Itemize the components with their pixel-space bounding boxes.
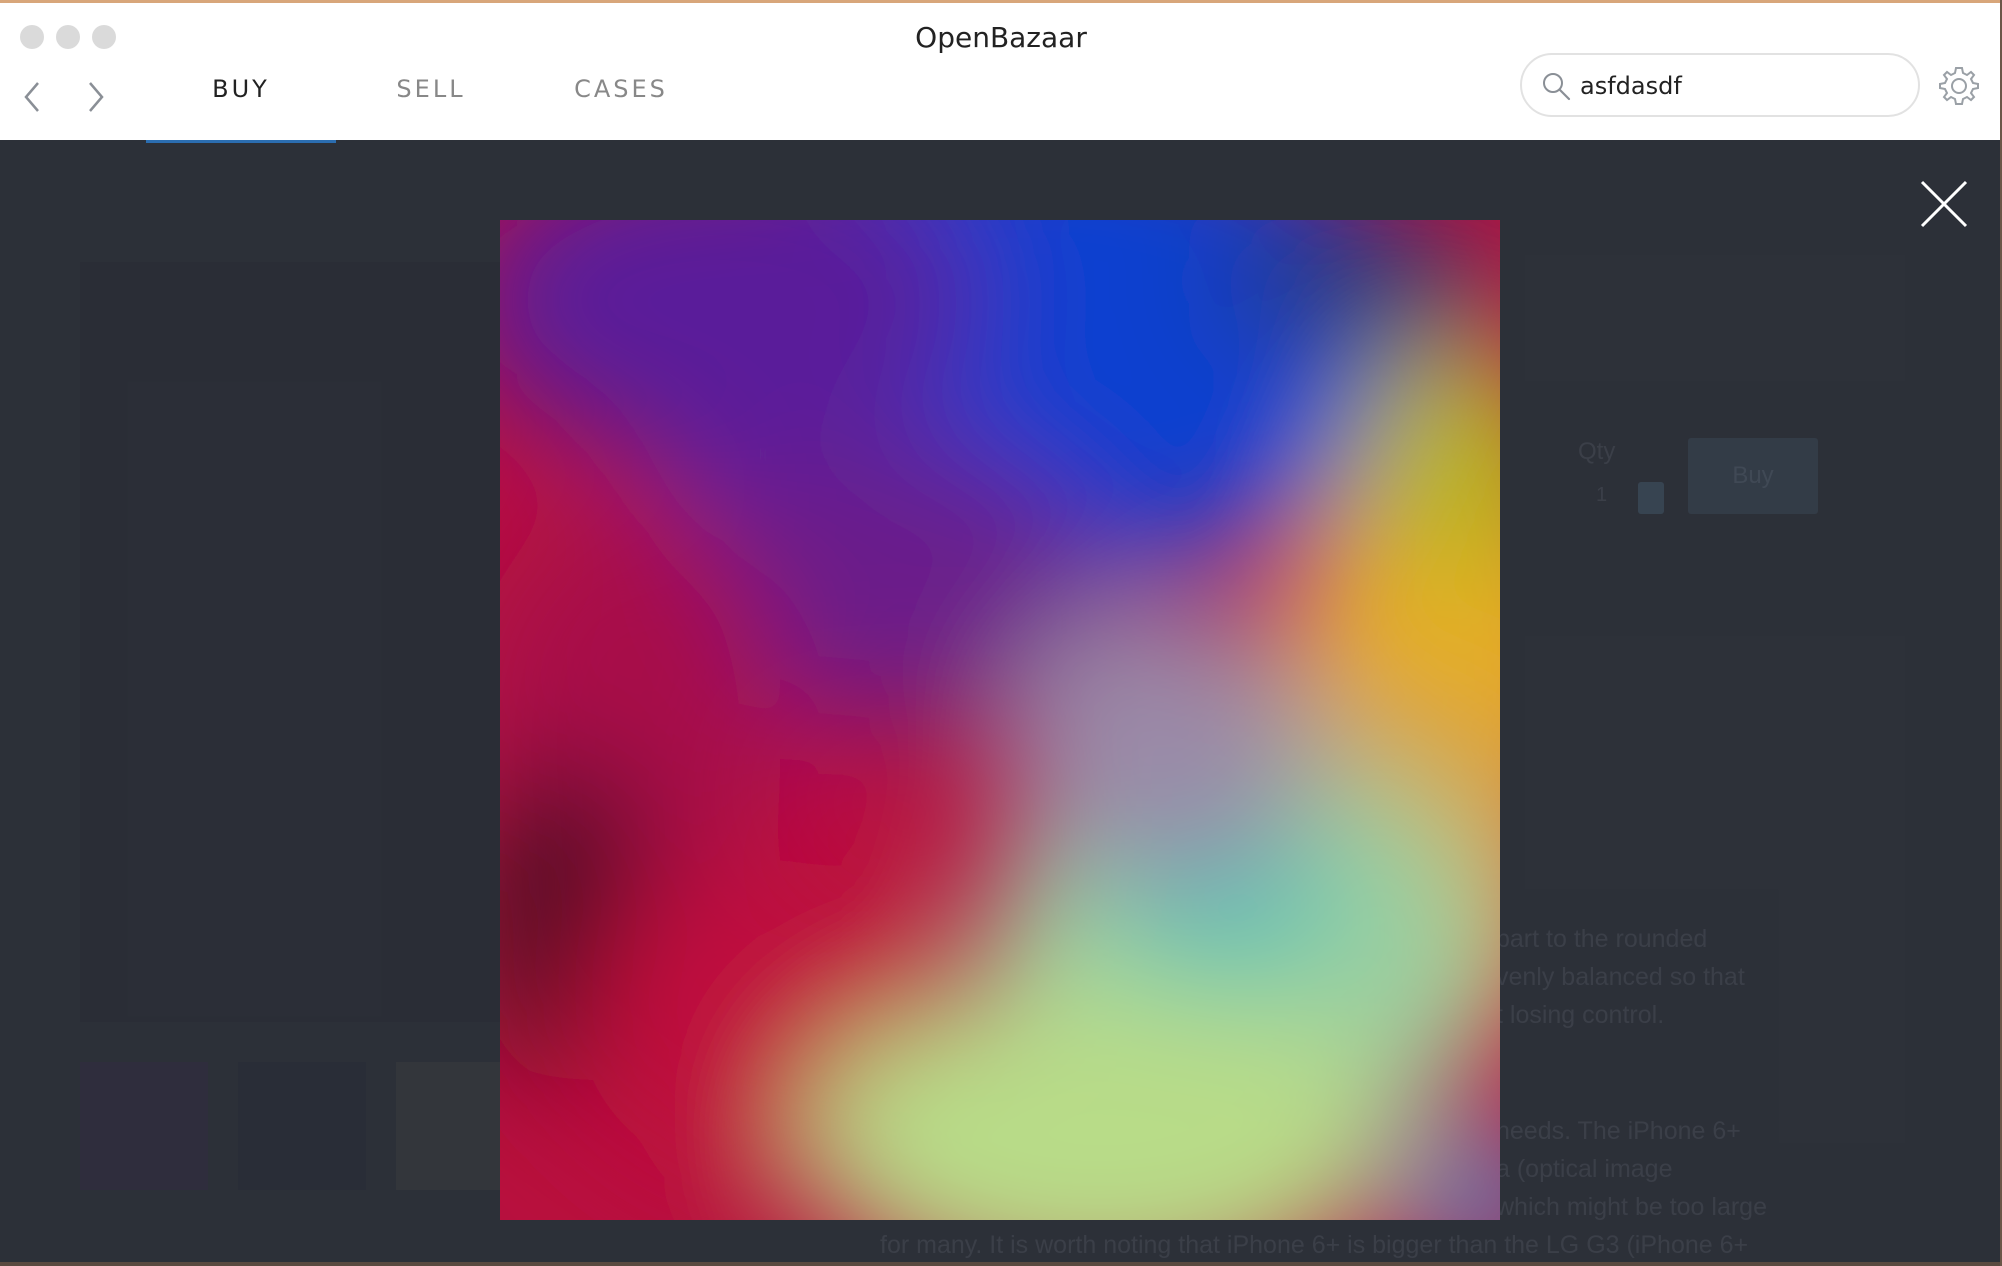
desktop-background-strip <box>0 1262 2002 1266</box>
close-icon[interactable] <box>1918 178 1970 230</box>
tab-label: BUY <box>212 75 270 103</box>
app-window: Qty 1 Buy part to the rounded venly bala… <box>0 0 2002 1266</box>
tab-sell[interactable]: SELL <box>336 75 526 143</box>
search-bar[interactable] <box>1520 53 1920 117</box>
search-input[interactable] <box>1580 69 1900 103</box>
abstract-gradient-image <box>500 220 1500 1220</box>
chevron-left-icon <box>24 82 39 112</box>
forward-button[interactable] <box>84 77 108 117</box>
chevron-right-icon <box>89 82 104 112</box>
window-title: OpenBazaar <box>915 21 1087 54</box>
search-icon <box>1543 73 1571 101</box>
lightbox-image[interactable] <box>500 220 1500 1220</box>
active-tab-indicator <box>146 140 336 143</box>
app-header: OpenBazaar BUY SELL CASES <box>0 0 2002 143</box>
tab-label: CASES <box>574 75 668 103</box>
back-button[interactable] <box>20 77 44 117</box>
tab-label: SELL <box>396 75 466 103</box>
gear-icon[interactable] <box>1938 65 1980 107</box>
tab-cases[interactable]: CASES <box>526 75 716 143</box>
tab-buy[interactable]: BUY <box>146 75 336 143</box>
